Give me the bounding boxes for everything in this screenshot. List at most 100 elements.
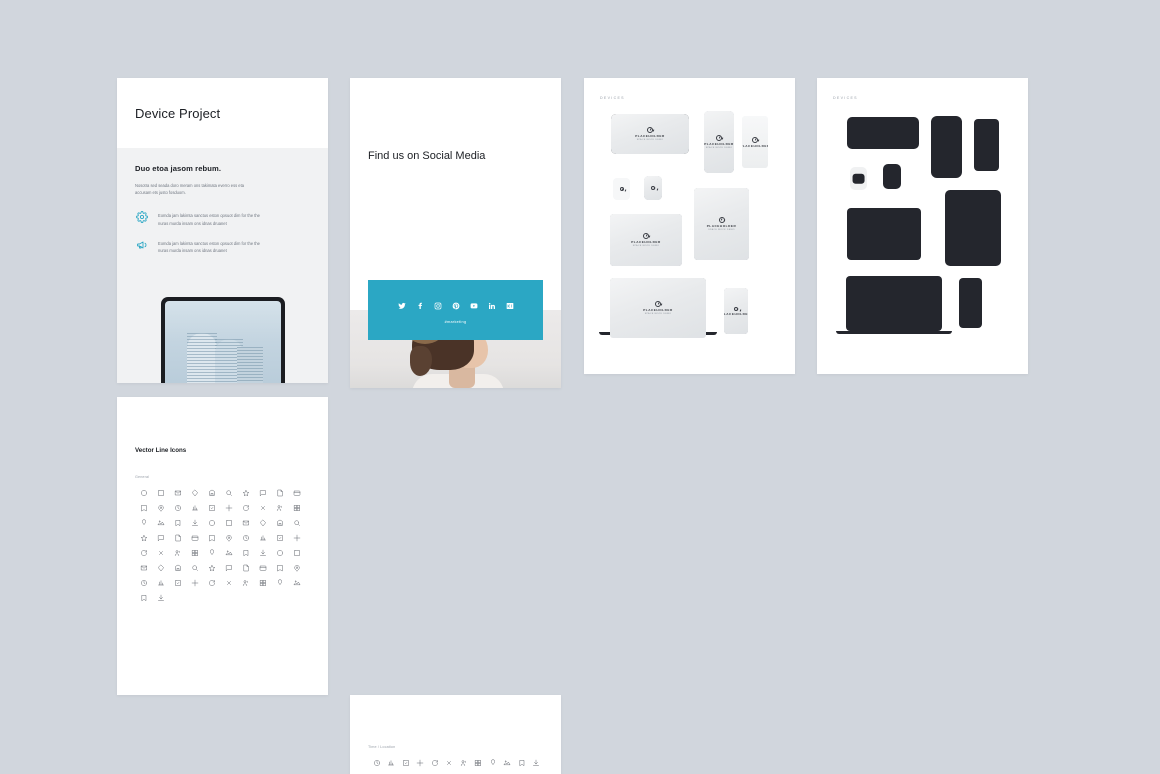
- icon-cell[interactable]: [254, 545, 271, 560]
- icon-cell[interactable]: [220, 500, 237, 515]
- icon-cell[interactable]: [220, 560, 237, 575]
- icon-cell[interactable]: [528, 755, 545, 770]
- feature-text: Eomda jam lakimta sanctus eston qosuot d…: [158, 241, 260, 254]
- icon-cell[interactable]: [271, 575, 288, 590]
- icon-cell[interactable]: [169, 485, 186, 500]
- behance-icon[interactable]: [506, 297, 514, 315]
- twitter-icon[interactable]: [397, 297, 406, 315]
- icon-cell[interactable]: [135, 485, 152, 500]
- cover-body: Duo etoa jasom rebum. Nosotra sed seada …: [117, 148, 328, 383]
- card-icons-general[interactable]: Vector Line Icons General: [117, 397, 328, 695]
- icon-cell[interactable]: [135, 560, 152, 575]
- icon-cell[interactable]: [237, 485, 254, 500]
- phone-mockup-2: PLACEHOLDER: [724, 288, 748, 334]
- icon-cell[interactable]: [169, 530, 186, 545]
- icon-cell[interactable]: [237, 545, 254, 560]
- icon-cell[interactable]: [186, 545, 203, 560]
- linkedin-icon[interactable]: [488, 297, 496, 315]
- icon-cell[interactable]: [254, 515, 271, 530]
- icon-cell[interactable]: [152, 560, 169, 575]
- icon-cell[interactable]: [203, 485, 220, 500]
- icon-cell[interactable]: [152, 500, 169, 515]
- icon-cell[interactable]: [271, 500, 288, 515]
- placeholder-sub: SPACE MOCK DEMO: [632, 245, 660, 247]
- tablet-portrait-mockup: PLACEHOLDER SPACE MOCK DEMO: [694, 188, 749, 260]
- icon-cell[interactable]: [271, 545, 288, 560]
- icon-cell[interactable]: [237, 575, 254, 590]
- instagram-icon[interactable]: [434, 297, 442, 315]
- icon-cell[interactable]: [254, 560, 271, 575]
- icon-cell[interactable]: [220, 515, 237, 530]
- page-title: Device Project: [135, 105, 221, 121]
- icon-cell[interactable]: [220, 575, 237, 590]
- icon-cell[interactable]: [203, 515, 220, 530]
- megaphone-icon: [135, 238, 149, 252]
- card-icons-time[interactable]: Time / Location Design Weather Message P…: [350, 695, 561, 774]
- icon-cell[interactable]: [135, 530, 152, 545]
- icon-cell[interactable]: [271, 485, 288, 500]
- icon-cell[interactable]: [135, 500, 152, 515]
- icon-cell[interactable]: [186, 560, 203, 575]
- icon-cell[interactable]: [186, 485, 203, 500]
- icon-cell[interactable]: [203, 560, 220, 575]
- icon-cell[interactable]: [254, 530, 271, 545]
- icon-cell[interactable]: [152, 530, 169, 545]
- icon-cell[interactable]: [152, 515, 169, 530]
- icon-cell[interactable]: [135, 545, 152, 560]
- card-devices-light[interactable]: DEVICES PLACEHOLDER SPACE MOCK DEMO PLAC…: [584, 78, 795, 374]
- icon-cell[interactable]: [288, 560, 305, 575]
- icon-cell[interactable]: [203, 575, 220, 590]
- sheet-title: Vector Line Icons: [135, 447, 187, 454]
- icon-cell[interactable]: [203, 545, 220, 560]
- card-devices-dark[interactable]: DEVICES: [817, 78, 1028, 374]
- icon-cell[interactable]: [288, 575, 305, 590]
- icon-cell[interactable]: [152, 575, 169, 590]
- category-label: General: [135, 475, 150, 479]
- icon-cell[interactable]: [254, 575, 271, 590]
- icon-cell[interactable]: [186, 500, 203, 515]
- placeholder-title: PLACEHOLDER: [631, 240, 661, 244]
- icon-cell[interactable]: [288, 515, 305, 530]
- icon-cell[interactable]: [220, 545, 237, 560]
- card-social[interactable]: Find us on Social Media #marketing: [350, 78, 561, 388]
- icon-cell[interactable]: [135, 590, 152, 605]
- icon-cell[interactable]: [271, 530, 288, 545]
- icon-cell[interactable]: [169, 575, 186, 590]
- icon-cell[interactable]: [237, 560, 254, 575]
- icon-cell[interactable]: [169, 560, 186, 575]
- pinterest-icon[interactable]: [452, 297, 460, 315]
- icon-cell[interactable]: [271, 515, 288, 530]
- youtube-icon[interactable]: [470, 297, 478, 315]
- icon-cell[interactable]: [169, 545, 186, 560]
- icon-cell[interactable]: [186, 515, 203, 530]
- laptop-mockup: [836, 276, 952, 336]
- icon-cell[interactable]: [203, 530, 220, 545]
- icon-cell[interactable]: [288, 485, 305, 500]
- icon-cell[interactable]: [169, 500, 186, 515]
- icon-cell[interactable]: [254, 500, 271, 515]
- icon-cell[interactable]: [135, 515, 152, 530]
- icon-cell[interactable]: [220, 530, 237, 545]
- phone-mockup: PLACEHOLDER SPACE MOCK DEMO: [704, 111, 734, 173]
- facebook-icon[interactable]: [416, 297, 424, 315]
- icon-cell[interactable]: [186, 575, 203, 590]
- icon-cell[interactable]: [237, 500, 254, 515]
- icon-cell[interactable]: [203, 500, 220, 515]
- icon-cell[interactable]: [288, 500, 305, 515]
- icon-cell[interactable]: [271, 560, 288, 575]
- icon-cell[interactable]: [237, 515, 254, 530]
- icon-cell[interactable]: [528, 770, 545, 774]
- icon-cell[interactable]: [254, 485, 271, 500]
- icon-cell[interactable]: [152, 545, 169, 560]
- laptop-mockup: PLACEHOLDER SPACE MOCK DEMO: [599, 278, 717, 338]
- card-cover[interactable]: Device Project Duo etoa jasom rebum. Nos…: [117, 78, 328, 383]
- icon-cell[interactable]: [135, 575, 152, 590]
- icon-cell[interactable]: [152, 485, 169, 500]
- icon-cell[interactable]: [169, 515, 186, 530]
- icon-cell[interactable]: [220, 485, 237, 500]
- icon-cell[interactable]: [288, 545, 305, 560]
- icon-cell[interactable]: [288, 530, 305, 545]
- icon-cell[interactable]: [237, 530, 254, 545]
- icon-cell[interactable]: [186, 530, 203, 545]
- icon-cell[interactable]: [152, 590, 169, 605]
